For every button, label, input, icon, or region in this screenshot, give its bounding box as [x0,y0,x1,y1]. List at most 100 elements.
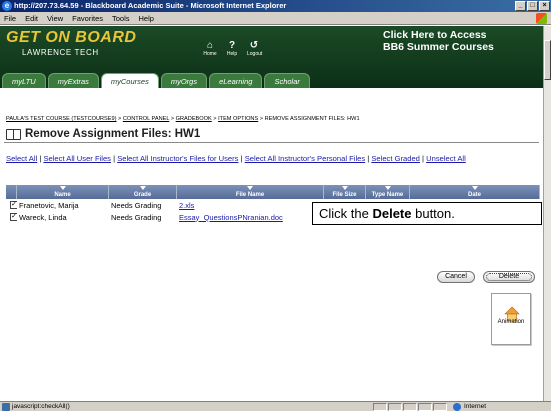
tutorial-callout: Click the Delete button. [312,202,542,225]
student-name: Wareck, Linda [19,212,67,222]
home-icon: ⌂ [206,40,214,51]
menu-help[interactable]: Help [139,14,154,23]
status-panes [373,403,447,411]
menu-tools[interactable]: Tools [112,14,130,23]
menu-file[interactable]: File [4,14,16,23]
blackboard-header: GET ON BOARD LAWRENCE TECH ⌂ Home ? Help… [0,26,543,88]
unselect-all-link[interactable]: Unselect All [426,154,466,163]
header-date[interactable]: Date [410,185,540,199]
sort-down-icon [384,186,391,190]
window-controls: _ □ × [515,1,550,11]
internet-zone-icon [453,403,461,411]
select-links: Select All | Select All User Files | Sel… [6,154,466,163]
breadcrumb-course[interactable]: PAULA'S TEST COURSE (TESTCOURSE9) [6,116,116,122]
grade-status: Needs Grading [111,212,162,222]
status-text: javascript:checkAll() [12,403,70,410]
promo-line-1: Click Here to Access [383,29,487,41]
help-label: Help [226,51,238,57]
menu-favorites[interactable]: Favorites [72,14,103,23]
internet-explorer-icon: e [2,1,12,11]
promo-line-2: BB6 Summer Courses [383,41,494,53]
menu-bar: File Edit View Favorites Tools Help [0,12,551,25]
security-zone: Internet [464,403,487,410]
table-header: Name Grade File Name File Size Type Name… [6,185,540,199]
file-cell: Essay_QuestionsPNranian.doc [177,213,324,222]
file-link[interactable]: Essay_QuestionsPNranian.doc [179,213,283,222]
select-graded-link[interactable]: Select Graded [371,154,420,163]
maximize-button[interactable]: □ [527,1,538,11]
home-label: Home [203,51,217,57]
callout-prefix: Click the [319,206,373,221]
tab-myorgs[interactable]: myOrgs [160,73,208,88]
help-link[interactable]: ? Help [225,40,239,58]
student-name: Franetovic, Marija [19,200,79,210]
callout-suffix: button. [411,206,455,221]
tab-bar: myLTU myExtras myCourses myOrgs eLearnin… [0,73,543,88]
logo-get-on-board[interactable]: GET ON BOARD [6,29,136,47]
breadcrumb: PAULA'S TEST COURSE (TESTCOURSE9) > CONT… [6,116,360,122]
header-file-name[interactable]: File Name [177,185,324,199]
logout-label: Logout [247,51,263,57]
title-divider [4,142,539,143]
tab-myextras[interactable]: myExtras [47,73,99,88]
page-title: Remove Assignment Files: HW1 [25,128,201,140]
sort-down-icon [59,186,66,190]
sort-down-icon [341,186,348,190]
tab-scholar[interactable]: Scholar [264,73,310,88]
logo-lawrence-tech: LAWRENCE TECH [22,48,99,57]
logout-icon: ↺ [249,40,259,51]
close-button[interactable]: × [539,1,550,11]
tab-myltu[interactable]: myLTU [2,73,46,88]
status-pane [373,403,387,411]
status-bar: javascript:checkAll() Internet [0,401,551,411]
header-file-size[interactable]: File Size [324,185,366,199]
file-link[interactable]: 2.xls [179,201,194,210]
grade-status: Needs Grading [111,200,162,210]
status-pane [418,403,432,411]
vertical-scrollbar[interactable] [543,26,551,401]
menu-edit[interactable]: Edit [25,14,38,23]
sort-down-icon [471,186,478,190]
row-select: ✓ [6,213,17,221]
select-all-user-files-link[interactable]: Select All User Files [43,154,111,163]
select-all-link[interactable]: Select All [6,154,37,163]
minimize-button[interactable]: _ [515,1,526,11]
select-instructor-files-for-users-link[interactable]: Select All Instructor's Files for Users [117,154,238,163]
cancel-button[interactable]: Cancel [437,271,475,283]
header-select [6,185,17,199]
logout-link[interactable]: ↺ Logout [247,40,263,58]
header-type-name[interactable]: Type Name [366,185,410,199]
scrollbar-thumb[interactable] [544,40,551,80]
breadcrumb-gradebook[interactable]: GRADEBOOK [176,116,212,122]
breadcrumb-control-panel[interactable]: CONTROL PANEL [123,116,169,122]
help-icon: ? [228,40,236,51]
windows-logo-icon [536,13,547,24]
breadcrumb-current: REMOVE ASSIGNMENT FILES: HW1 [264,116,360,122]
animation-tile[interactable]: Animation [491,293,531,345]
delete-button[interactable]: Delete [483,271,535,283]
home-link[interactable]: ⌂ Home [203,40,217,58]
header-nav-icons: ⌂ Home ? Help ↺ Logout [203,40,263,58]
select-instructor-personal-files-link[interactable]: Select All Instructor's Personal Files [245,154,365,163]
tab-mycourses[interactable]: myCourses [100,73,159,88]
page-icon [2,403,10,411]
book-icon [6,129,21,140]
sort-down-icon [139,186,146,190]
row-checkbox[interactable]: ✓ [10,213,17,221]
header-name[interactable]: Name [17,185,109,199]
bb6-summer-promo-link[interactable]: Click Here to Access BB6 Summer Courses [383,29,494,53]
file-cell: 2.xls [177,201,324,210]
animation-label: Animation [497,319,525,325]
header-grade[interactable]: Grade [109,185,177,199]
callout-emphasis: Delete [372,206,412,221]
status-pane [433,403,447,411]
menu-view[interactable]: View [47,14,63,23]
status-pane [388,403,402,411]
breadcrumb-item-options[interactable]: ITEM OPTIONS [218,116,258,122]
tab-elearning[interactable]: eLearning [209,73,263,88]
page-title-row: Remove Assignment Files: HW1 [6,128,200,140]
row-checkbox[interactable]: ✓ [10,201,17,209]
browser-viewport: GET ON BOARD LAWRENCE TECH ⌂ Home ? Help… [0,26,543,401]
sort-down-icon [247,186,253,190]
status-pane [403,403,417,411]
